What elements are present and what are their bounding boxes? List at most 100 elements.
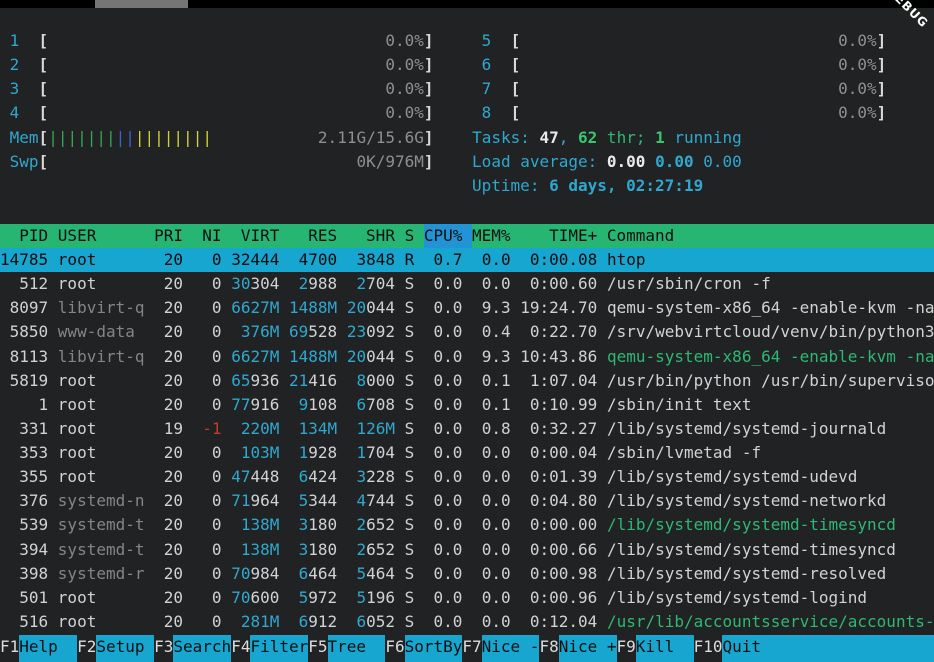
process-row-539[interactable]: 539 systemd-t 20 0 138M 3180 2652 S 0.0 … (0, 513, 934, 537)
fkey-f8-nice-[interactable]: F8Nice + (539, 637, 616, 656)
state-cell: S (405, 588, 424, 607)
pid-cell: 8113 (0, 347, 58, 366)
fkey-f3-search[interactable]: F3Search (154, 637, 231, 656)
uptime-label: Uptime: (472, 176, 549, 195)
process-row-5819[interactable]: 5819 root 20 0 65936 21416 8000 S 0.0 0.… (0, 369, 934, 393)
swap-meter-value: 0K/976M (48, 152, 424, 171)
state-cell: S (405, 274, 424, 293)
user-cell: libvirt-q (58, 298, 154, 317)
fkey-f7-nice-[interactable]: F7Nice - (462, 637, 539, 656)
process-row-14785[interactable]: 14785 root 20 0 32444 4700 3848 R 0.7 0.… (0, 248, 934, 272)
fkey-f6-sortby[interactable]: F6SortBy (385, 637, 462, 656)
state-cell: S (405, 467, 424, 486)
user-cell: root (58, 371, 154, 390)
user-cell: systemd-n (58, 491, 154, 510)
pid-cell: 398 (0, 564, 58, 583)
user-cell: root (58, 612, 154, 631)
state-cell: S (405, 540, 424, 559)
fkey-number: F1 (0, 637, 19, 656)
pid-cell: 1 (0, 395, 58, 414)
fkey-f5-tree[interactable]: F5Tree (308, 637, 385, 656)
pid-cell: 539 (0, 515, 58, 534)
command-cell: /lib/systemd/systemd-networkd (607, 491, 886, 510)
command-cell: /usr/bin/python /usr/bin/superviso (607, 371, 934, 390)
tasks-threads: 62 (578, 128, 597, 147)
command-cell: /srv/webvirtcloud/venv/bin/python3 (607, 322, 934, 341)
process-row-331[interactable]: 331 root 19 -1 220M 134M 126M S 0.0 0.8 … (0, 417, 934, 441)
command-cell: qemu-system-x86_64 -enable-kvm -na (607, 347, 934, 366)
user-cell: libvirt-q (58, 347, 154, 366)
fkey-number: F9 (617, 637, 636, 656)
command-cell: /lib/systemd/systemd-resolved (607, 564, 886, 583)
mem-bar-bar_yellow: |||||||| (135, 128, 212, 147)
process-row-512[interactable]: 512 root 20 0 30304 2988 2704 S 0.0 0.0 … (0, 272, 934, 296)
command-cell: /lib/systemd/systemd-logind (607, 588, 867, 607)
tasks-label: Tasks: (472, 128, 539, 147)
state-cell: S (405, 298, 424, 317)
process-row-355[interactable]: 355 root 20 0 47448 6424 3228 S 0.0 0.0 … (0, 465, 934, 489)
cpu-meter-3-value: 0.0% (48, 79, 424, 98)
cpu-meter-8-value: 0.0% (520, 103, 876, 122)
process-row-516[interactable]: 516 root 20 0 281M 6912 6052 S 0.0 0.0 0… (0, 610, 934, 634)
user-cell: root (58, 588, 154, 607)
user-cell: root (58, 395, 154, 414)
cpu-meter-2-value: 0.0% (48, 55, 424, 74)
process-row-398[interactable]: 398 systemd-r 20 0 70984 6464 5464 S 0.0… (0, 562, 934, 586)
cpu-meter-7-value: 0.0% (520, 79, 876, 98)
pid-cell: 355 (0, 467, 58, 486)
pid-cell: 353 (0, 443, 58, 462)
pid-cell: 376 (0, 491, 58, 510)
header-right-columns: MEM% TIME+ Command (472, 226, 674, 245)
command-cell: /sbin/init text (607, 395, 752, 414)
process-table: 14785 root 20 0 32444 4700 3848 R 0.7 0.… (0, 248, 934, 634)
header-sort-column-cpu[interactable]: CPU% (424, 224, 472, 248)
user-cell: root (58, 250, 154, 269)
process-row-5850[interactable]: 5850 www-data 20 0 376M 69528 23092 S 0.… (0, 320, 934, 344)
state-cell: S (405, 612, 424, 631)
fkey-label: Nice + (559, 635, 617, 662)
fkey-label: Help (19, 635, 77, 662)
fkey-f2-setup[interactable]: F2Setup (77, 637, 154, 656)
fkey-label: Kill (636, 635, 694, 662)
cpu-meter-1-value: 0.0% (48, 31, 424, 50)
user-cell: root (58, 443, 154, 462)
fkey-number: F2 (77, 637, 96, 656)
user-cell: root (58, 467, 154, 486)
process-row-376[interactable]: 376 systemd-n 20 0 71964 5344 4744 S 0.0… (0, 489, 934, 513)
cpu-meter-4-label: 4 (0, 103, 19, 122)
cpu-meter-1-label: 1 (0, 31, 19, 50)
fkey-label: Search (173, 635, 231, 662)
function-key-bar: F1Help F2Setup F3SearchF4FilterF5Tree F6… (0, 635, 934, 662)
fkey-number: F6 (385, 637, 404, 656)
process-row-8113[interactable]: 8113 libvirt-q 20 0 6627M 1488M 20044 S … (0, 345, 934, 369)
fkey-f9-kill[interactable]: F9Kill (617, 637, 694, 656)
process-row-501[interactable]: 501 root 20 0 70600 5972 5196 S 0.0 0.0 … (0, 586, 934, 610)
process-row-8097[interactable]: 8097 libvirt-q 20 0 6627M 1488M 20044 S … (0, 296, 934, 320)
command-cell: htop (607, 250, 646, 269)
fkey-label: Setup (96, 635, 154, 662)
pid-cell: 5850 (0, 322, 58, 341)
fkey-label: Nice - (482, 635, 540, 662)
fkey-f10-quit[interactable]: F10Quit (694, 637, 934, 656)
fkey-f1-help[interactable]: F1Help (0, 637, 77, 656)
user-cell: systemd-r (58, 564, 154, 583)
cpu-meter-8-label: 8 (472, 103, 491, 122)
pid-cell: 394 (0, 540, 58, 559)
command-cell: /usr/sbin/cron -f (607, 274, 771, 293)
fkey-number: F3 (154, 637, 173, 656)
fkey-label: Quit (722, 635, 934, 662)
state-cell: S (405, 322, 424, 341)
command-cell: /lib/systemd/systemd-journald (607, 419, 886, 438)
state-cell: S (405, 371, 424, 390)
process-row-353[interactable]: 353 root 20 0 103M 1928 1704 S 0.0 0.0 0… (0, 441, 934, 465)
table-header[interactable]: PID USER PRI NI VIRT RES SHR S CPU% MEM%… (0, 224, 934, 248)
process-row-1[interactable]: 1 root 20 0 77916 9108 6708 S 0.0 0.1 0:… (0, 393, 934, 417)
state-cell: S (405, 491, 424, 510)
process-row-394[interactable]: 394 systemd-t 20 0 138M 3180 2652 S 0.0 … (0, 538, 934, 562)
fkey-f4-filter[interactable]: F4Filter (231, 637, 308, 656)
pid-cell: 14785 (0, 250, 58, 269)
cpu-meter-5-value: 0.0% (520, 31, 876, 50)
fkey-number: F8 (539, 637, 558, 656)
titlebar-tab[interactable] (95, 0, 188, 8)
titlebar (0, 0, 934, 8)
